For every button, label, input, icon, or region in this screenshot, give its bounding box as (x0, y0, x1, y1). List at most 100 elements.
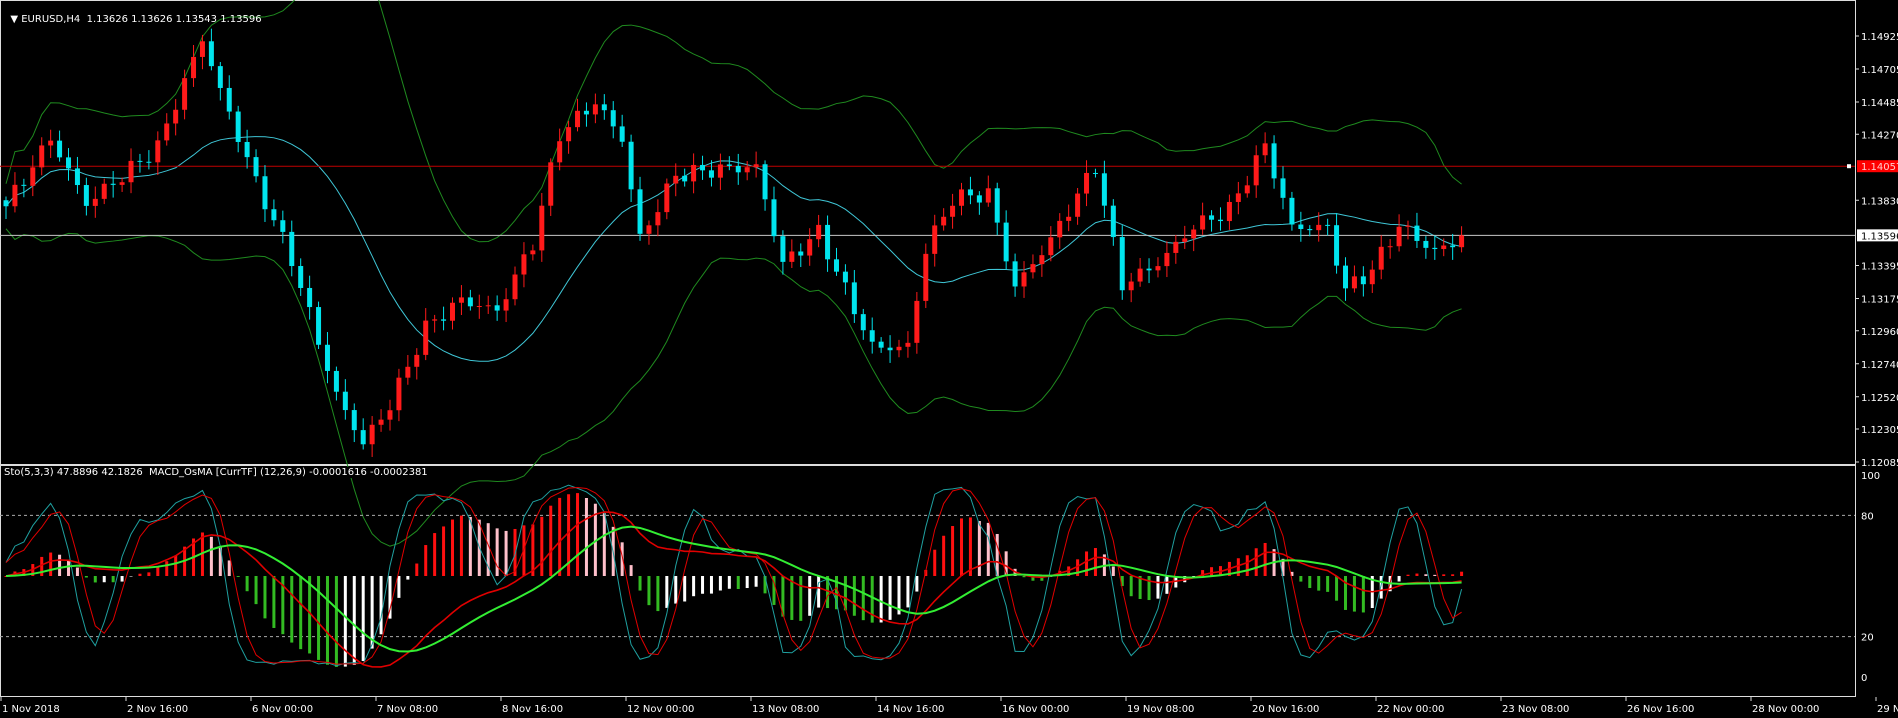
osma-bar (147, 572, 151, 576)
candle (324, 332, 330, 384)
candle (1226, 194, 1232, 230)
candle-body (1182, 238, 1188, 242)
osma-bar (1308, 576, 1312, 589)
candle (3, 196, 9, 219)
time-tick-label: 23 Nov 08:00 (1502, 704, 1569, 715)
candle-body (923, 253, 929, 301)
candle (1021, 261, 1027, 298)
candle (1325, 218, 1331, 236)
candle (530, 244, 536, 261)
osma-bar (1326, 576, 1330, 592)
candle (494, 295, 500, 321)
osma-bar (67, 559, 71, 576)
trading-chart[interactable]: 1.14925 1.14705 1.14485 1.14270 1.13830 1.133… (0, 0, 1898, 718)
candle-body (1369, 269, 1375, 285)
price-tick-label: 1.12960 (1861, 327, 1898, 338)
osma-bar (647, 576, 651, 606)
time-tick-label: 22 Nov 00:00 (1377, 704, 1444, 715)
time-tick-label: 16 Nov 00:00 (1002, 704, 1069, 715)
osma-bar (754, 576, 758, 587)
candle-body (842, 271, 848, 283)
candle (1155, 257, 1161, 278)
candle (1003, 210, 1009, 270)
candle (476, 294, 482, 319)
candle-body (1450, 245, 1456, 248)
candle-body (851, 282, 857, 315)
candle (83, 177, 89, 216)
candle-body (146, 161, 152, 163)
candle (1271, 135, 1277, 189)
candle-body (3, 200, 9, 207)
candle (351, 403, 357, 443)
candle (682, 168, 688, 187)
price-tick-label: 1.14925 (1861, 32, 1898, 43)
price-tick-label: 1.14705 (1861, 65, 1898, 76)
candle (950, 193, 956, 229)
candle (1405, 220, 1411, 240)
candle (753, 151, 759, 178)
osma-bar (701, 576, 705, 594)
osma-bar (138, 573, 142, 576)
osma-bar (1317, 576, 1321, 591)
candle-body (351, 410, 357, 431)
candle-body (1209, 215, 1215, 220)
osma-bar (84, 576, 88, 578)
candle-body (30, 167, 36, 186)
price-tick-label: 1.14485 (1861, 98, 1898, 109)
candle (1450, 233, 1456, 260)
candle (298, 258, 304, 296)
candle-body (1325, 224, 1331, 226)
candle-body (1414, 225, 1420, 241)
candle (1119, 225, 1125, 300)
candle-body (1226, 201, 1232, 222)
candle-body (887, 347, 893, 351)
osma-bar (433, 533, 437, 576)
candle-body (503, 299, 509, 311)
candle-body (57, 140, 63, 158)
candle (155, 131, 161, 175)
candle-body (691, 164, 697, 182)
candle (1378, 235, 1384, 280)
candle (405, 355, 411, 385)
candle (878, 337, 884, 353)
candle (360, 418, 366, 450)
candle-body (735, 165, 741, 173)
candle-body (217, 66, 223, 88)
candle (1217, 207, 1223, 231)
candle (825, 215, 831, 272)
osma-bar (334, 576, 338, 667)
collapse-triangle-icon[interactable]: ▼ (10, 14, 21, 25)
candle-body (289, 231, 295, 267)
osma-bar (468, 516, 472, 576)
candle (1253, 145, 1259, 198)
candle-body (1396, 226, 1402, 247)
osma-bar (415, 563, 419, 576)
candle (12, 172, 18, 213)
indicator-header: Sto(5,3,3) 47.8896 42.1826 MACD_OsMA [Cu… (4, 467, 428, 478)
osma-bar (906, 576, 910, 608)
candle (1280, 166, 1286, 210)
osma-bar (540, 516, 544, 576)
candle-body (959, 189, 965, 206)
candle (583, 102, 589, 127)
candle-body (119, 182, 125, 185)
candle-body (1057, 220, 1063, 238)
candle (342, 379, 348, 420)
candle-body (566, 127, 572, 142)
candle-body (39, 145, 45, 168)
candle (539, 192, 545, 262)
candle-body (619, 126, 625, 142)
candle (1191, 224, 1197, 252)
stochastic-signal-line (5, 486, 1462, 665)
osma-bar (245, 576, 249, 592)
candle-body (1235, 193, 1241, 202)
candle-body (450, 302, 455, 321)
price-tick-label: 1.12520 (1861, 393, 1898, 404)
candle-body (1012, 261, 1018, 287)
candle (450, 297, 455, 330)
osma-bar (156, 567, 160, 576)
candle-body (128, 160, 134, 183)
candle (1128, 272, 1134, 303)
candle (610, 101, 616, 139)
candle (1351, 265, 1357, 293)
